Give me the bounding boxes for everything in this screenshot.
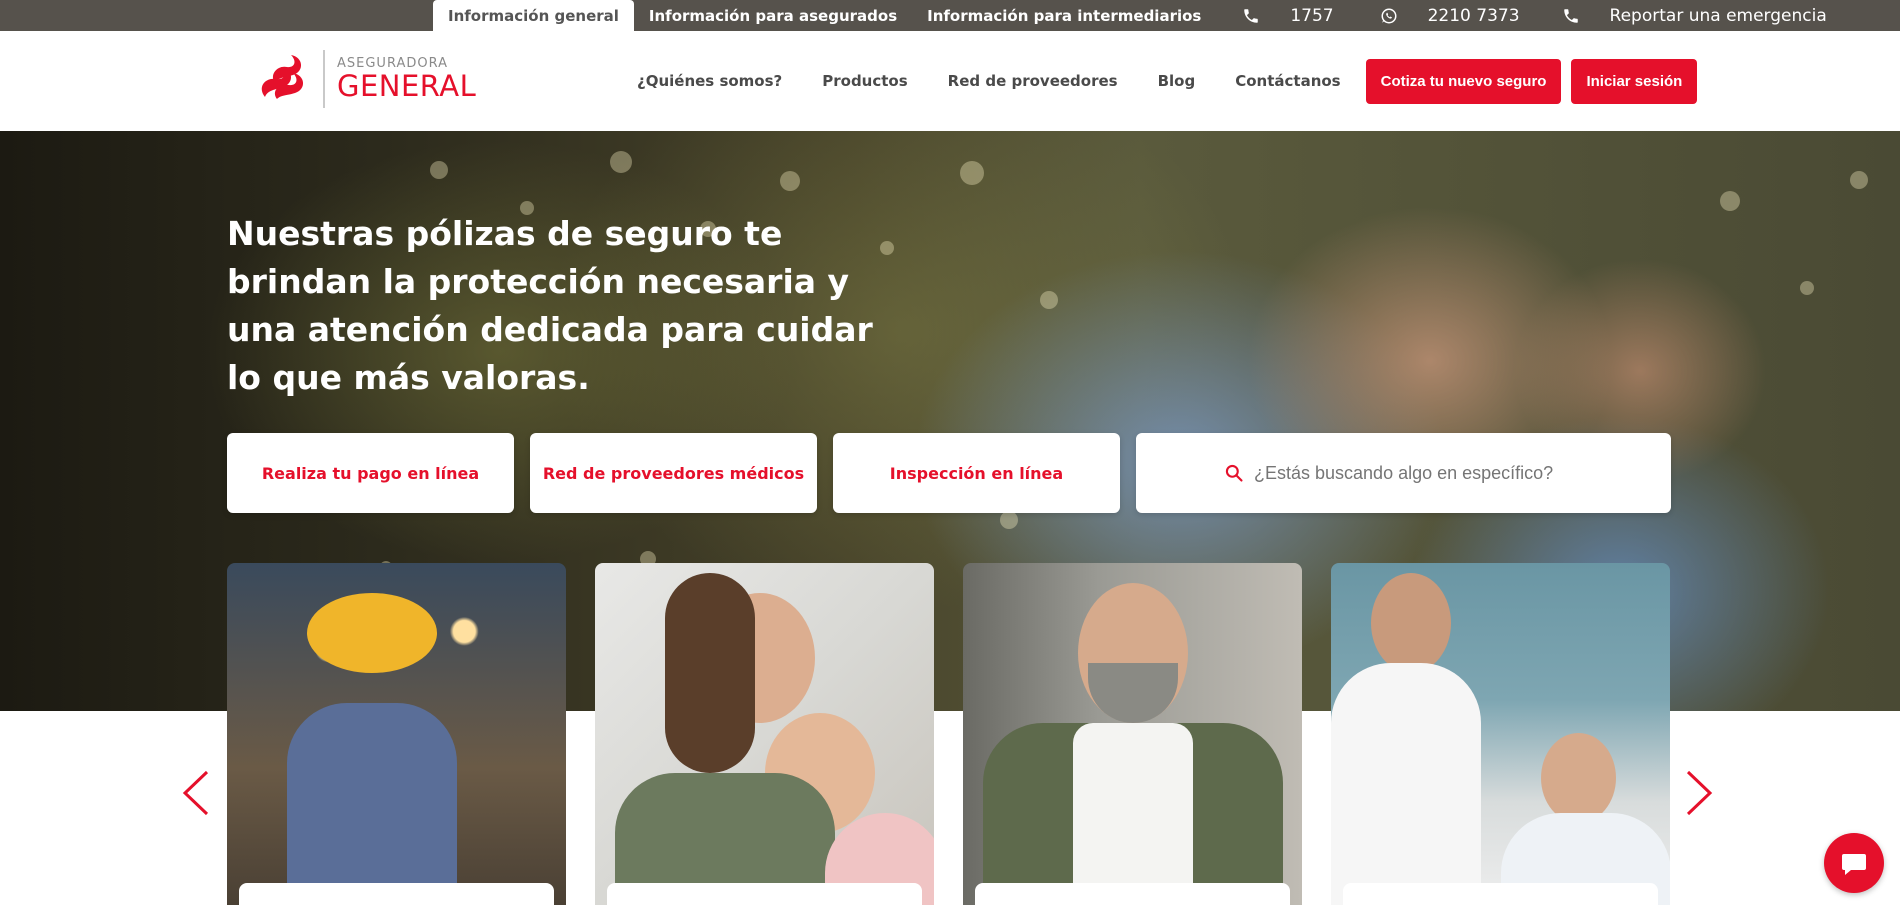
bokeh-light [960,161,984,185]
nav-blog[interactable]: Blog [1158,72,1196,90]
bokeh-light [430,161,448,179]
logo-wordmark: ASEGURADORA GENERAL [337,57,476,101]
quick-link-red-medicos[interactable]: Red de proveedores médicos [530,433,817,513]
utility-bar-content: Información general Información para ase… [433,0,1827,31]
nav-contactanos[interactable]: Contáctanos [1235,72,1340,90]
utility-bar: Información general Información para ase… [0,0,1900,31]
bokeh-light [1850,171,1868,189]
chat-button[interactable] [1824,833,1884,893]
card-patient-head [1541,733,1616,823]
card-mother-hair [665,573,755,773]
main-nav: ¿Quiénes somos? Productos Red de proveed… [637,31,1707,131]
chevron-right-icon[interactable] [1684,770,1714,816]
quote-button[interactable]: Cotiza tu nuevo seguro [1365,58,1562,104]
nav-red-de-proveedores[interactable]: Red de proveedores [948,72,1118,90]
tab-informacion-general[interactable]: Información general [433,0,634,31]
emergency-label: Reportar una emergencia [1609,5,1827,26]
chat-icon [1842,854,1866,875]
phone-icon [1244,8,1259,23]
search-icon[interactable] [1224,463,1244,483]
whatsapp-icon [1381,8,1397,23]
logo-divider [323,50,325,108]
bokeh-light [1720,191,1740,211]
card-doctor-coat [1331,663,1481,905]
tab-informacion-intermediarios[interactable]: Información para intermediarios [912,0,1216,31]
search-input[interactable] [1254,462,1654,484]
quick-link-inspeccion[interactable]: Inspección en línea [833,433,1120,513]
logo-big-text: GENERAL [337,69,477,103]
login-button[interactable]: Iniciar sesión [1571,58,1698,104]
phone-number: 1757 [1290,5,1334,26]
bokeh-light [780,171,800,191]
hero-title: Nuestras pólizas de seguro te brindan la… [227,214,873,397]
product-card-auto[interactable] [963,563,1302,905]
whatsapp-link[interactable]: 2210 7373 [1380,6,1520,26]
phone-emergency-icon [1563,8,1578,23]
product-card-salud[interactable] [1331,563,1670,905]
bokeh-light [610,151,632,173]
bokeh-light [1800,281,1814,295]
logo[interactable]: ASEGURADORA GENERAL [255,50,476,108]
main-header: ASEGURADORA GENERAL ¿Quiénes somos? Prod… [0,31,1900,131]
quick-link-pago[interactable]: Realiza tu pago en línea [227,433,514,513]
card-label-area [239,883,554,905]
card-doctor-head [1371,573,1451,673]
search-box [1136,433,1671,513]
logo-mark-icon [261,55,304,99]
product-card-familia[interactable] [595,563,934,905]
card-traveler-hat [307,593,437,673]
nav-productos[interactable]: Productos [822,72,907,90]
product-card-viaje[interactable] [227,563,566,905]
card-label-area [1343,883,1658,905]
card-man-shirt [1073,723,1193,905]
card-label-area [975,883,1290,905]
card-label-area [607,883,922,905]
card-traveler-backpack [287,703,457,905]
bokeh-light [1040,291,1058,309]
emergency-link[interactable]: Reportar una emergencia [1562,6,1827,26]
phone-link[interactable]: 1757 [1242,5,1334,26]
tab-informacion-asegurados[interactable]: Información para asegurados [634,0,912,31]
nav-quienes-somos[interactable]: ¿Quiénes somos? [637,72,782,90]
bokeh-light [1000,511,1018,529]
whatsapp-number: 2210 7373 [1427,5,1520,26]
chevron-left-icon[interactable] [181,770,211,816]
